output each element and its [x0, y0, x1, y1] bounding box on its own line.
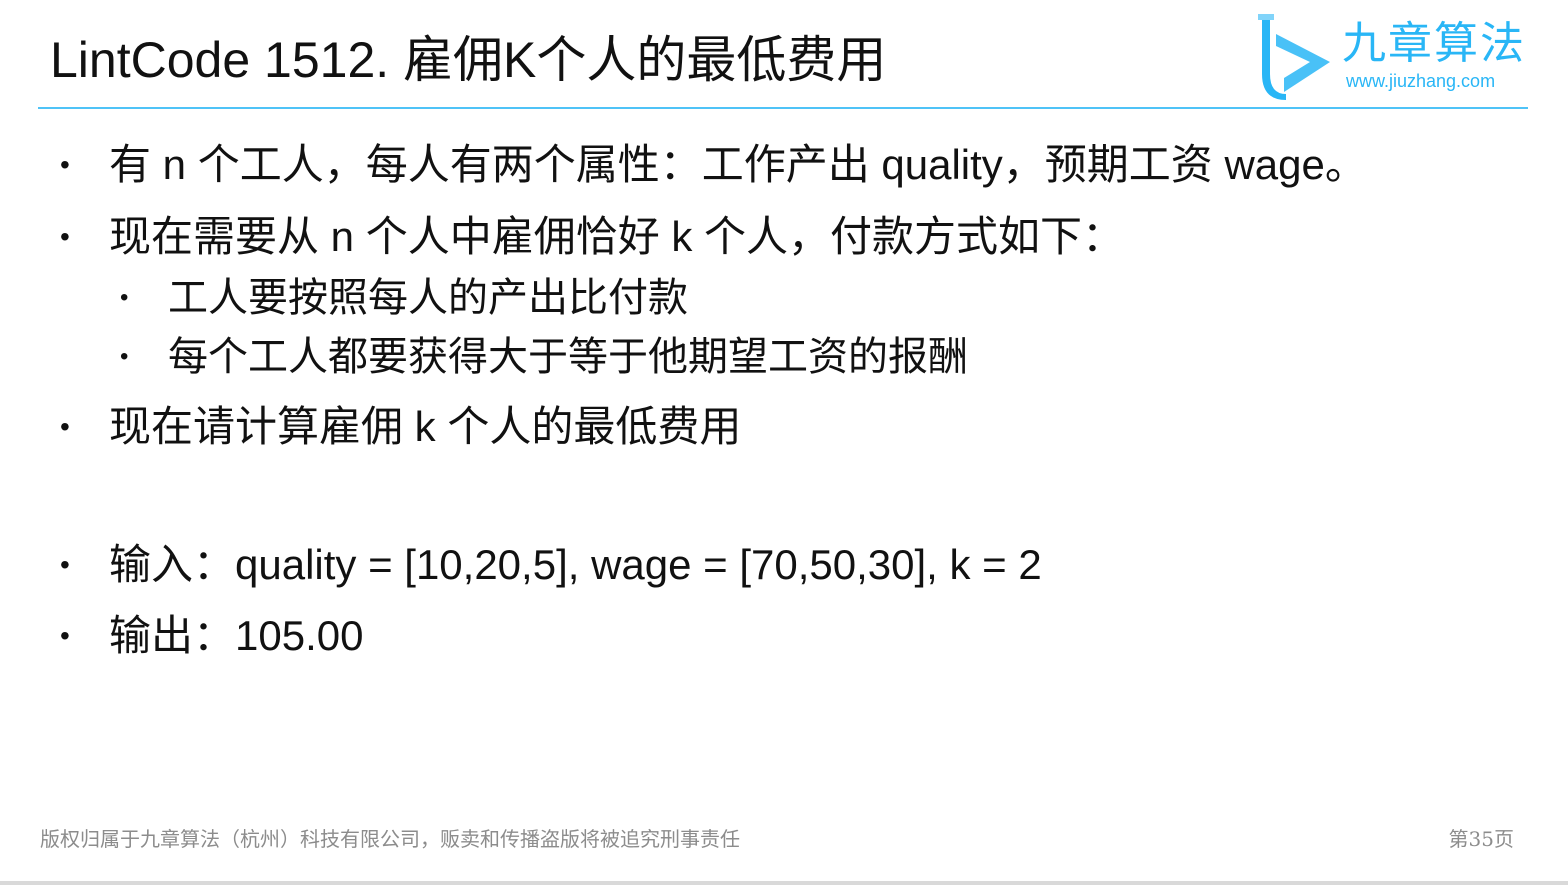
slide-title: LintCode 1512. 雇佣K个人的最低费用 [50, 32, 887, 88]
sub-bullet-dot: • [120, 343, 129, 370]
sub-bullet-dot: • [120, 284, 129, 311]
sub-bullet-text: 每个工人都要获得大于等于他期望工资的报酬 [168, 335, 968, 379]
bullet-dot: • [60, 549, 70, 580]
bottom-border [0, 881, 1568, 885]
logo-name: 九章算法 [1342, 19, 1526, 68]
bullet-text: 输出：105.00 [109, 612, 364, 659]
bullet-dot: • [60, 620, 70, 651]
sub-bullet-text: 工人要按照每人的产出比付款 [168, 276, 688, 320]
jiuzhang-logo-icon [1258, 14, 1330, 100]
logo-url: www.jiuzhang.com [1346, 71, 1496, 91]
slide: LintCode 1512. 雇佣K个人的最低费用 九章算法 www.jiuzh… [0, 0, 1568, 885]
bullet-dot: • [60, 221, 70, 252]
bullet-text: 有 n 个工人，每人有两个属性：工作产出 quality，预期工资 wage。 [109, 141, 1367, 188]
logo: 九章算法 www.jiuzhang.com [1256, 12, 1546, 102]
page-number: 第35页 [1448, 827, 1514, 851]
copyright-footer: 版权归属于九章算法（杭州）科技有限公司，贩卖和传播盗版将被追究刑事责任 [40, 827, 740, 851]
bullet-text: 输入：quality = [10,20,5], wage = [70,50,30… [109, 541, 1042, 588]
bullet-dot: • [60, 149, 70, 180]
title-divider [38, 107, 1528, 109]
bullet-dot: • [60, 411, 70, 442]
bullet-text: 现在需要从 n 个人中雇佣恰好 k 个人，付款方式如下： [109, 213, 1125, 260]
bullet-text: 现在请计算雇佣 k 个人的最低费用 [109, 403, 742, 450]
